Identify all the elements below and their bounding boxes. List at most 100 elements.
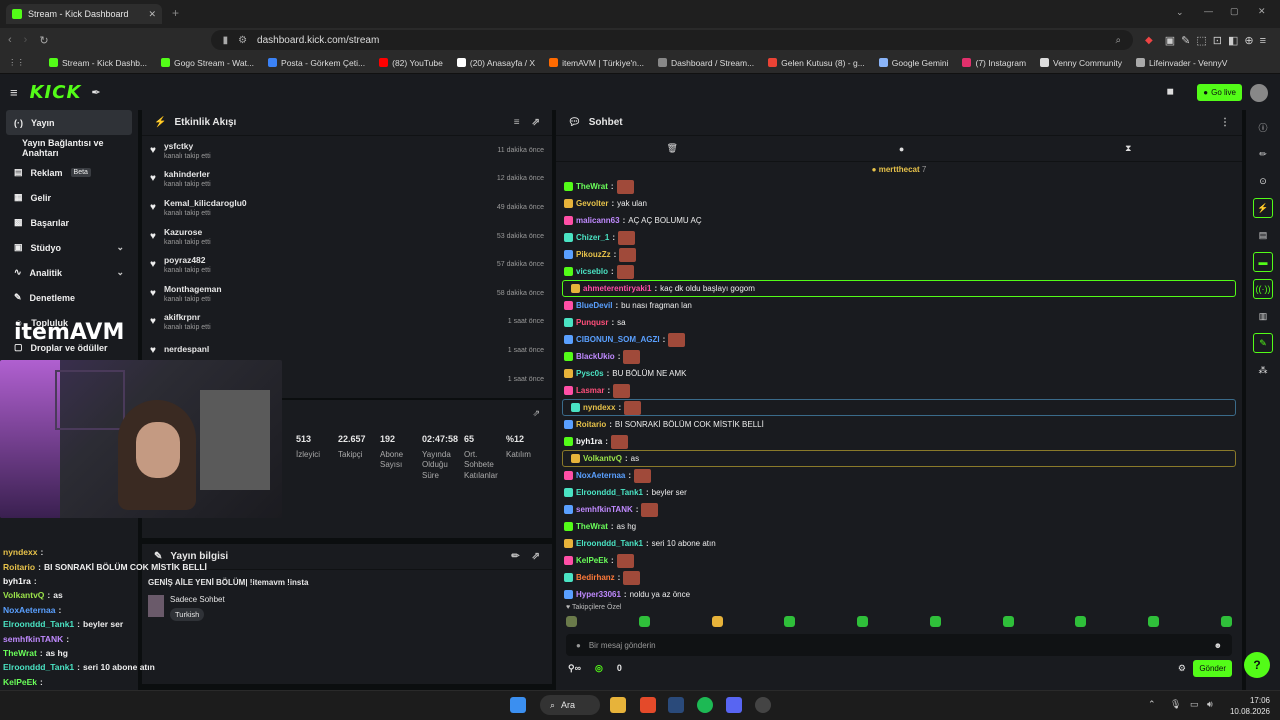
apps-grid-icon[interactable]: ⋮⋮ xyxy=(8,57,25,68)
windows-start-icon[interactable] xyxy=(510,697,526,713)
chat-tab-icon[interactable]: ● xyxy=(899,144,904,154)
activity-item[interactable]: ♥ Kazurose kanalı takip etti 53 dakika ö… xyxy=(142,222,552,251)
activity-item[interactable]: ♥ akifkrpnr kanalı takip etti 1 saat önc… xyxy=(142,308,552,337)
chat-username[interactable]: malicann63 xyxy=(576,216,620,225)
chat-username[interactable]: BlueDevil xyxy=(576,301,612,310)
chat-username[interactable]: Bedirhanz xyxy=(576,573,615,582)
microphone-icon[interactable]: 🎙︎ xyxy=(1170,699,1181,710)
more-icon[interactable]: ⋮ xyxy=(1220,117,1230,128)
send-button[interactable]: Gönder xyxy=(1193,660,1232,677)
zoom-icon[interactable]: ⌕ xyxy=(1115,35,1121,46)
sidebar-item-basarilar[interactable]: ▩ Başarılar xyxy=(0,210,138,235)
chat-username[interactable]: NoxAeternaa xyxy=(576,471,625,480)
close-tab-icon[interactable]: ✕ xyxy=(148,9,156,20)
brave-icon[interactable] xyxy=(640,697,656,713)
bookmark-1[interactable]: Gogo Stream - Wat... xyxy=(161,58,254,68)
viewers-icon[interactable]: ⚲∞ xyxy=(568,663,581,674)
camera-icon[interactable]: ⊙ xyxy=(1253,171,1273,191)
steam-icon[interactable] xyxy=(668,697,684,713)
emote-icon[interactable] xyxy=(784,616,796,627)
bookmark-5[interactable]: itemAVM | Türkiye'n... xyxy=(549,58,644,68)
chat-message[interactable]: Chizer_1: xyxy=(556,229,1242,246)
taskbar-clock[interactable]: 17:06 10.08.2026 xyxy=(1230,695,1270,717)
bookmark-9[interactable]: (7) Instagram xyxy=(962,58,1026,68)
chat-username[interactable]: Gevolter xyxy=(576,199,608,208)
emote-icon[interactable] xyxy=(1220,616,1232,627)
bookmark-6[interactable]: Dashboard / Stream... xyxy=(658,58,754,68)
chat-message[interactable]: Punqusr: sa xyxy=(556,314,1242,331)
activity-item[interactable]: ♥ kahinderler kanalı takip etti 12 dakik… xyxy=(142,165,552,194)
chat-message[interactable]: Gevolter: yak ulan xyxy=(556,195,1242,212)
chat-username[interactable]: Elroonddd_Tank1 xyxy=(576,488,643,497)
chat-username[interactable]: BlackUkio xyxy=(576,352,615,361)
popout-icon[interactable]: ⇗ xyxy=(532,117,540,128)
chat-username[interactable]: Chizer_1 xyxy=(576,233,609,242)
chat-username[interactable]: TheWrat xyxy=(576,522,608,531)
browser-tab[interactable]: Stream - Kick Dashboard ✕ xyxy=(6,4,162,24)
bookmark-11[interactable]: Lifeinvader - VennyV xyxy=(1136,58,1227,68)
chat-message[interactable]: semhfkinTANK: xyxy=(556,501,1242,518)
chat-username[interactable]: Lasmar xyxy=(576,386,604,395)
volume-icon[interactable]: 🔊︎ xyxy=(1207,699,1213,710)
sidebar-item-yayin[interactable]: (·) Yayın xyxy=(6,110,132,135)
chat-message[interactable]: TheWrat: xyxy=(556,178,1242,195)
chat-message[interactable]: TheWrat: as hg xyxy=(556,518,1242,535)
broadcast-icon[interactable]: ((·)) xyxy=(1253,279,1273,299)
sidebar-item-studyo[interactable]: ▣ Stüdyo ⌄ xyxy=(0,235,138,260)
brave-shield-icon[interactable]: ◆ xyxy=(1145,35,1153,46)
lightning-icon[interactable]: ⚡ xyxy=(1253,198,1273,218)
chat-username[interactable]: Elroonddd_Tank1 xyxy=(576,539,643,548)
bookmark-2[interactable]: Posta - Görkem Çeti... xyxy=(268,58,365,68)
bookmark-7[interactable]: Gelen Kutusu (8) - g... xyxy=(768,58,865,68)
chat-username[interactable]: ahmeterentiryaki1 xyxy=(583,284,651,293)
file-explorer-icon[interactable] xyxy=(610,697,626,713)
trash-icon[interactable]: 🗑︎ xyxy=(666,143,677,154)
emote-icon[interactable] xyxy=(857,616,869,627)
tools-icon[interactable]: ✒ xyxy=(91,86,100,99)
emote-icon[interactable] xyxy=(638,616,650,627)
filter-icon[interactable]: ≡ xyxy=(514,117,520,128)
hourglass-icon[interactable]: ⧗ xyxy=(1125,143,1131,154)
emote-icon[interactable] xyxy=(1075,616,1087,627)
bookmark-8[interactable]: Google Gemini xyxy=(878,58,948,68)
back-icon[interactable]: ‹ xyxy=(8,34,12,46)
activity-item[interactable]: ♥ Monthageman kanalı takip etti 58 dakik… xyxy=(142,279,552,308)
chat-username[interactable]: Pysc0s xyxy=(576,369,604,378)
new-tab-icon[interactable]: + xyxy=(172,6,179,20)
chat-message[interactable]: Elroonddd_Tank1: beyler ser xyxy=(556,484,1242,501)
chat-message[interactable]: malicann63: AÇ AÇ BOLUMU AÇ xyxy=(556,212,1242,229)
bookmark-10[interactable]: Venny Community xyxy=(1040,58,1122,68)
emoji-icon[interactable]: ☻ xyxy=(1214,641,1222,650)
url-field[interactable]: ▮ ⚙ dashboard.kick.com/stream ⌕ xyxy=(210,30,1134,50)
edit-icon[interactable]: ✏ xyxy=(511,551,519,562)
chat-message[interactable]: nyndexx: xyxy=(562,399,1236,416)
chat-message[interactable]: Roitario: BI SONRAKİ BÖLÜM COK MİSTİK BEL… xyxy=(556,416,1242,433)
chat-message[interactable]: CIBONUN_SOM_AGZI: xyxy=(556,331,1242,348)
chat-message[interactable]: BlackUkio: xyxy=(556,348,1242,365)
discord-icon[interactable] xyxy=(726,697,742,713)
sidebar-item-analitik[interactable]: ∿ Analitik ⌄ xyxy=(0,260,138,285)
chat-message[interactable]: byh1ra: xyxy=(556,433,1242,450)
chat-settings-dot-icon[interactable]: ● xyxy=(576,641,581,650)
reload-icon[interactable]: ↻ xyxy=(39,34,48,47)
emote-icon[interactable] xyxy=(566,616,577,627)
go-live-button[interactable]: ● Go live xyxy=(1197,84,1242,101)
wrench-icon[interactable]: ✎ xyxy=(1253,333,1273,353)
maximize-icon[interactable]: ▢ xyxy=(1230,6,1239,17)
bookmark-icon[interactable]: ▮ xyxy=(223,35,229,46)
spotify-icon[interactable] xyxy=(697,697,713,713)
chat-message[interactable]: BlueDevil: bu nası fragman lan xyxy=(556,297,1242,314)
tab-search-icon[interactable]: ⌄ xyxy=(1176,7,1184,18)
chat-username[interactable]: KelPeEk xyxy=(576,556,608,565)
activity-item[interactable]: ♥ poyraz482 kanalı takip etti 57 dakika … xyxy=(142,250,552,279)
chat-username[interactable]: nyndexx xyxy=(583,403,615,412)
bookmark-3[interactable]: (82) YouTube xyxy=(379,58,443,68)
chat-message[interactable]: VolkantvQ: as xyxy=(562,450,1236,467)
chat-username[interactable]: Punqusr xyxy=(576,318,608,327)
activity-item[interactable]: ♥ Kemal_kilicdaroglu0 kanalı takip etti … xyxy=(142,193,552,222)
emote-icon[interactable] xyxy=(1002,616,1014,627)
sidebar-item-stream-key[interactable]: Yayın Bağlantısı ve Anahtarı xyxy=(0,135,138,160)
taskbar-search[interactable]: ⌕ Ara xyxy=(540,695,600,715)
chat-username[interactable]: VolkantvQ xyxy=(583,454,622,463)
chat-message[interactable]: Pysc0s: BU BÖLÜM NE AMK xyxy=(556,365,1242,382)
